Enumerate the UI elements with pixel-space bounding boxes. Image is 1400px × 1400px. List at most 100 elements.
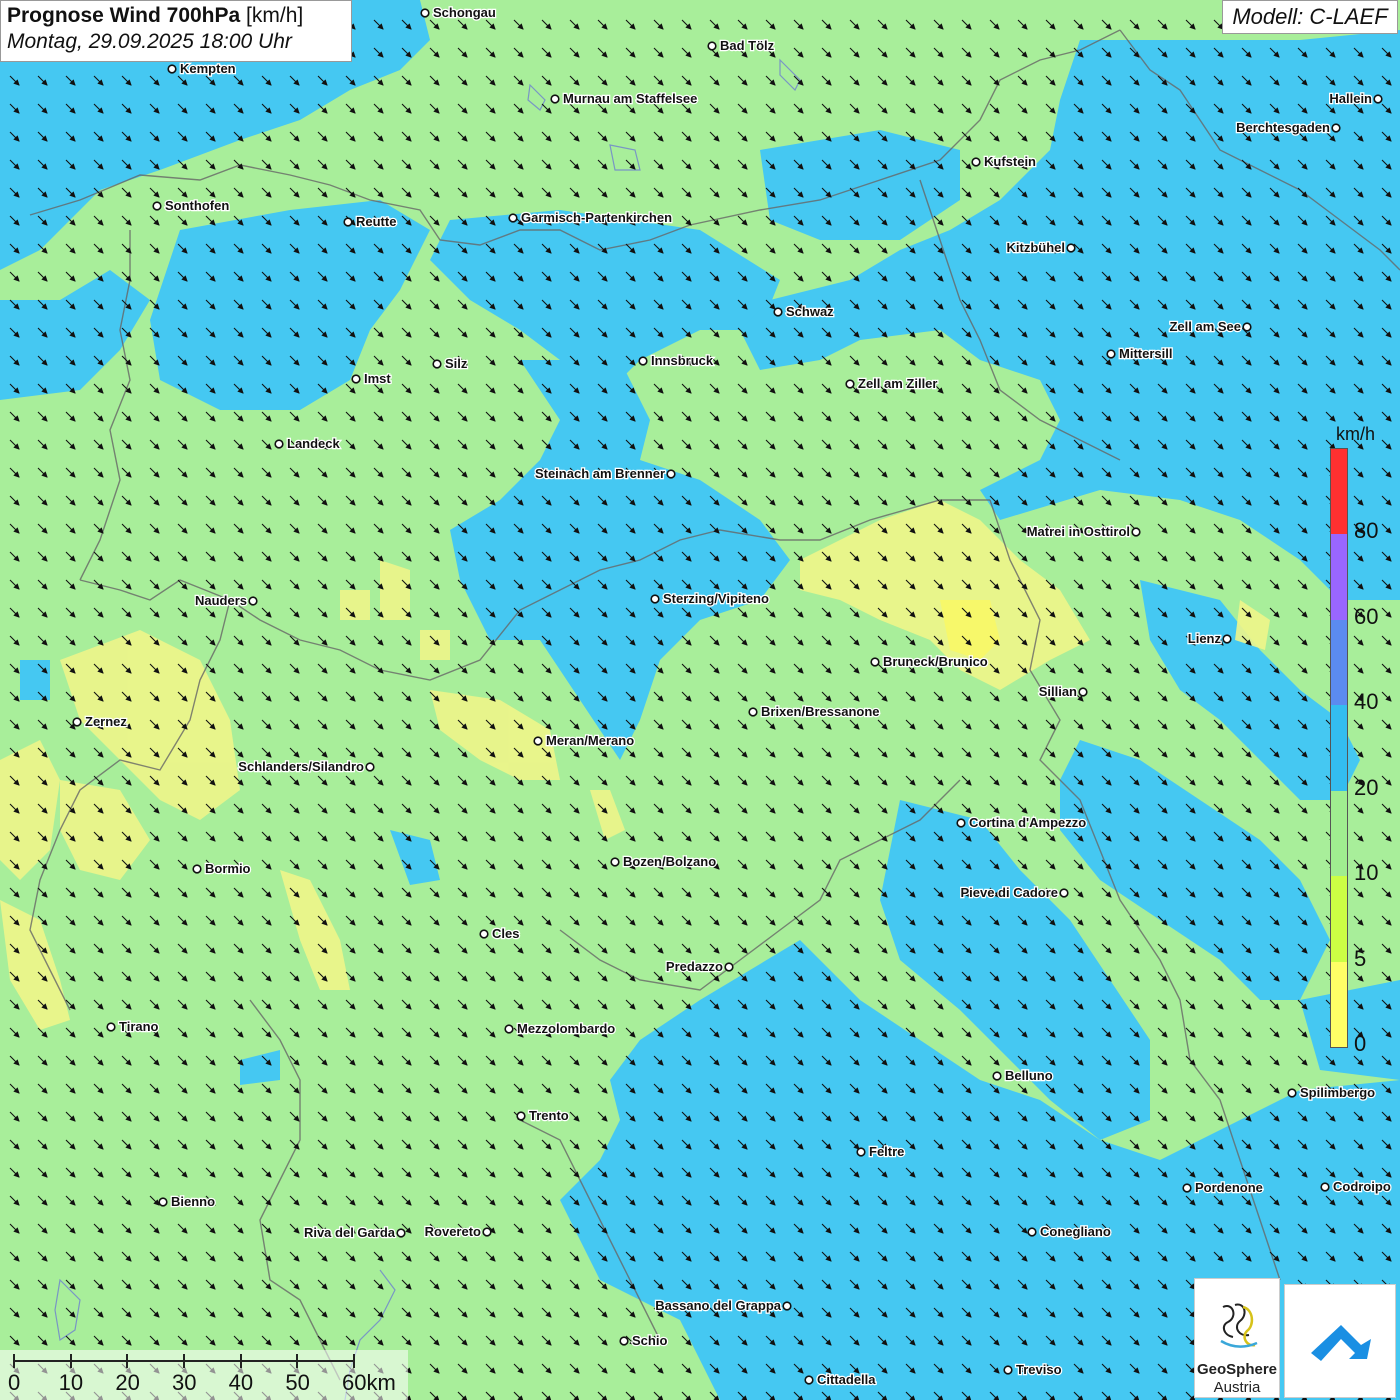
city-label: Bienno [171,1194,215,1209]
city-dot [1003,1365,1013,1375]
city-marker[interactable]: Innsbruck [638,352,715,369]
city-dot [782,1301,792,1311]
city-marker[interactable]: Pieve di Cadore [959,884,1069,901]
city-dot [856,1147,866,1157]
city-dot [638,356,648,366]
legend-color-swatch [1331,790,1347,877]
city-label: Codroipo [1333,1179,1391,1194]
scale-label: 10 [58,1370,84,1395]
city-marker[interactable]: Bozen/Bolzano [610,853,717,870]
forecast-datetime: Montag, 29.09.2025 18:00 Uhr [7,30,292,53]
app-logo[interactable] [1284,1284,1396,1398]
city-label: Treviso [1016,1362,1062,1377]
city-dot [666,469,676,479]
city-label: Mezzolombardo [517,1021,615,1036]
city-marker[interactable]: Schongau [420,4,497,21]
city-marker[interactable]: Brixen/Bressanone [748,703,881,720]
city-label: Sillian [1039,684,1077,699]
city-dot [1182,1183,1192,1193]
city-dot [508,213,518,223]
wind-map[interactable]: Schongau Bad Tölz Kempten Murnau am Staffel… [0,0,1400,1400]
city-dot [248,596,258,606]
city-marker[interactable]: Garmisch-Partenkirchen [508,209,673,226]
city-dot [1331,123,1341,133]
title-box: Prognose Wind 700hPa [km/h] Montag, 29.0… [0,0,352,62]
legend-tick-label: 60 [1354,603,1379,629]
scale-tick [239,1354,242,1368]
city-marker[interactable]: Zell am Ziller [845,375,939,392]
legend-color-swatch [1331,619,1347,706]
city-label: Matrei in Osttirol [1027,524,1130,539]
city-marker[interactable]: Pordenone [1182,1179,1264,1196]
city-marker[interactable]: Schlanders/Silandro [237,758,375,775]
city-marker[interactable]: Steinach am Brenner [534,465,676,482]
city-label: Bassano del Grappa [655,1298,781,1313]
city-dot [650,594,660,604]
city-marker[interactable]: Conegliano [1027,1223,1112,1240]
city-marker[interactable]: Bruneck/Brunico [870,653,989,670]
city-dot [1287,1088,1297,1098]
scale-label: 40 [228,1370,254,1395]
city-dot [707,41,717,51]
scale-bar: 0 10 20 30 40 50 60km [0,1350,408,1400]
legend-tick-label: 10 [1354,860,1379,886]
scale-tick [296,1354,299,1368]
map-title: Prognose Wind 700hPa [km/h] [7,4,345,28]
city-dot [482,1227,492,1237]
legend-tick-label: 40 [1354,689,1379,715]
scale-tick [13,1354,15,1368]
legend-tick-label: 0 [1354,1031,1367,1056]
map-title-main: Prognose Wind 700hPa [7,4,241,27]
legend-unit: km/h [1336,424,1376,444]
map-title-unit: [km/h] [246,4,304,27]
model-label: Modell: C-LAEF [1222,0,1398,34]
city-label: Kufstein [984,154,1036,169]
city-dot [956,818,966,828]
city-label: Belluno [1005,1068,1053,1083]
city-marker[interactable]: Matrei in Osttirol [1025,523,1141,540]
city-marker[interactable]: Kitzbühel [1005,239,1076,256]
city-dot [773,307,783,317]
city-label: Landeck [287,436,341,451]
city-label: Pordenone [1195,1180,1263,1195]
city-marker[interactable]: Sterzing/Vipiteno [650,590,770,607]
city-label: Garmisch-Partenkirchen [521,210,672,225]
city-marker[interactable]: Sonthofen [152,197,231,214]
city-dot [432,359,442,369]
city-label: Tirano [119,1019,159,1034]
city-marker[interactable]: Predazzo [665,958,734,975]
city-label: Sterzing/Vipiteno [663,591,769,606]
scale-tick [183,1354,185,1368]
city-marker[interactable]: Riva del Garda [303,1224,406,1241]
city-marker[interactable]: Zell am See [1168,318,1252,335]
city-label: Rovereto [425,1224,481,1239]
city-dot [845,379,855,389]
geosphere-logo[interactable]: GeoSphere Austria [1194,1278,1280,1398]
city-label: Zell am Ziller [858,376,937,391]
city-marker[interactable]: Cortina d'Ampezzo [956,814,1088,831]
scale-label: 0 [8,1370,21,1395]
city-label: Reutte [356,214,396,229]
city-marker[interactable]: Berchtesgaden [1235,119,1341,136]
city-dot [1066,243,1076,253]
city-label: Murnau am Staffelsee [563,91,697,106]
city-marker[interactable]: Spilimbergo [1287,1084,1376,1101]
city-dot [351,374,361,384]
city-label: Mittersill [1119,346,1172,361]
city-label: Feltre [869,1144,904,1159]
legend-tick-label: 5 [1354,945,1367,971]
city-marker[interactable]: Mezzolombardo [504,1020,617,1037]
city-marker[interactable]: Bassano del Grappa [654,1297,792,1314]
city-marker[interactable]: Meran/Merano [533,732,635,749]
city-marker[interactable]: Murnau am Staffelsee [550,90,699,107]
city-label: Schio [632,1333,667,1348]
city-label: Cles [492,926,519,941]
legend-color-swatch [1331,534,1347,621]
legend-color-bar [1330,448,1348,1048]
city-label: Cortina d'Ampezzo [969,815,1086,830]
legend-color-swatch [1331,961,1347,1048]
city-dot [167,64,177,74]
city-marker[interactable]: Rovereto [423,1223,492,1240]
city-label: Hallein [1329,91,1372,106]
legend-tick-label: 20 [1354,774,1379,800]
